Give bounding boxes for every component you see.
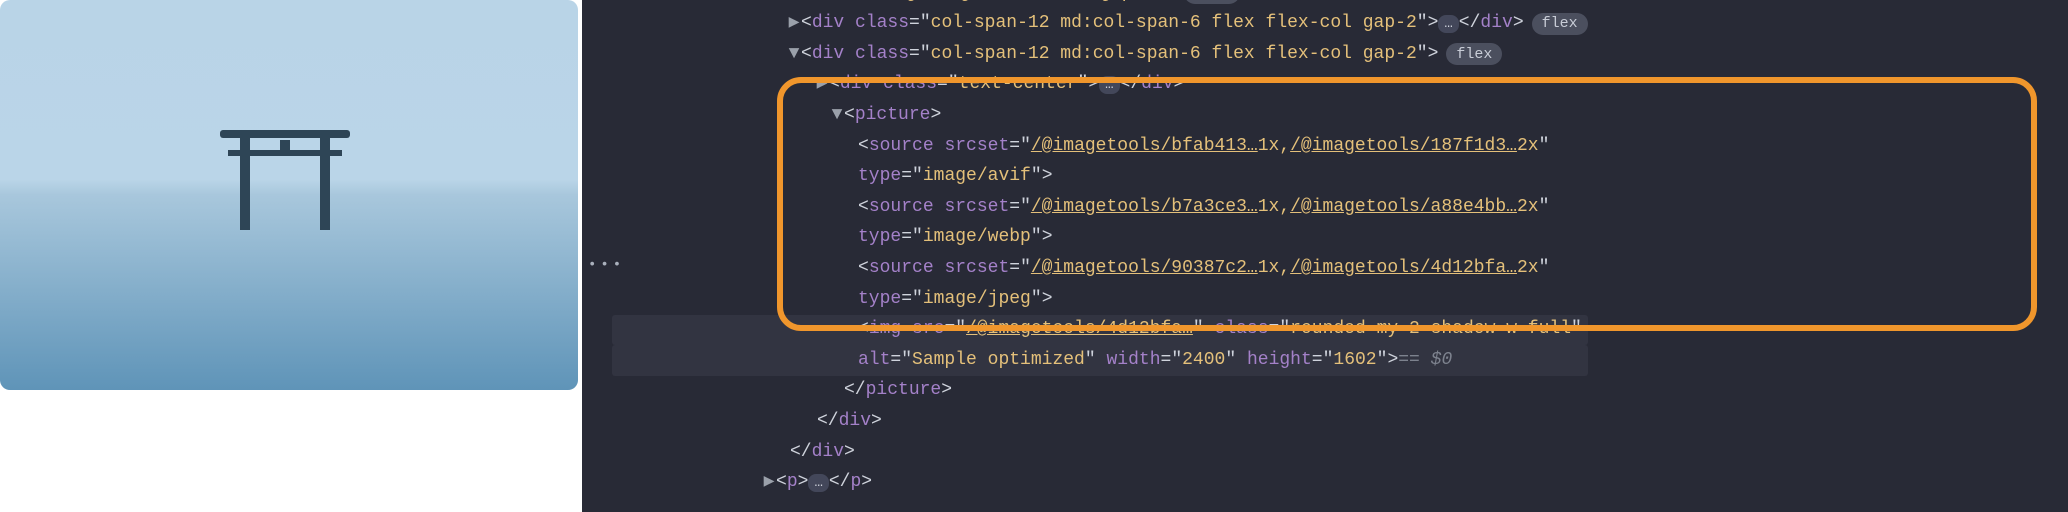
srcset-link[interactable]: /@imagetools/a88e4bb… [1290,196,1517,219]
ellipsis-icon[interactable]: … [1099,76,1119,94]
dom-node[interactable]: ▶ <div class="grid grid:cols 12 gap 4"> … [612,0,1588,9]
dom-node-wrap[interactable]: type="image/jpeg"> [612,284,1588,315]
dom-node[interactable]: <source srcset="/@imagetools/b7a3ce3… 1x… [612,192,1588,223]
dom-node-wrap[interactable]: type="image/webp"> [612,223,1588,254]
dom-node[interactable]: ▶ <div class="text-center"> … </div> [612,70,1588,101]
dom-node-wrap[interactable]: type="image/avif"> [612,162,1588,193]
hero-image [0,0,578,390]
src-link[interactable]: /@imagetools/4d12bfa… [966,318,1193,341]
dom-node-selected[interactable]: <img src="/@imagetools/4d12bfa…" class="… [612,315,1588,346]
srcset-link[interactable]: /@imagetools/bfab413… [1031,135,1258,158]
layout-badge-flex[interactable]: flex [1446,43,1502,65]
dom-node[interactable]: ▼ <picture> [612,100,1588,131]
disclosure-triangle-icon[interactable]: ▶ [762,0,776,5]
ellipsis-icon[interactable]: … [808,474,828,492]
torii-gate-icon [230,130,340,230]
layout-badge-flex[interactable]: flex [1532,13,1588,35]
srcset-link[interactable]: /@imagetools/4d12bfa… [1290,257,1517,280]
disclosure-triangle-icon[interactable]: ▼ [830,104,844,127]
srcset-link[interactable]: /@imagetools/90387c2… [1031,257,1258,280]
hero-image-column [0,0,582,512]
dom-node[interactable]: ▼ <div class="col-span-12 md:col-span-6 … [612,39,1588,70]
srcset-link[interactable]: /@imagetools/b7a3ce3… [1031,196,1258,219]
srcset-link[interactable]: /@imagetools/187f1d3… [1290,135,1517,158]
dom-node-close[interactable]: </div> [612,406,1588,437]
layout-badge-grid[interactable]: grid [1184,0,1240,4]
dom-node-selected-wrap[interactable]: alt="Sample optimized" width="2400" heig… [612,345,1588,376]
dom-tree[interactable]: ▶ <div class="grid grid:cols 12 gap 4"> … [612,0,1588,498]
dom-node-close[interactable]: </div> [612,437,1588,468]
disclosure-triangle-icon[interactable]: ▶ [787,12,801,35]
disclosure-triangle-icon[interactable]: ▶ [815,73,829,96]
dom-node-close[interactable]: </picture> [612,376,1588,407]
selected-node-indicator: == $0 [1398,349,1452,372]
dom-node[interactable]: ▶ <div class="col-span-12 md:col-span-6 … [612,9,1588,40]
dom-node[interactable]: <source srcset="/@imagetools/90387c2… 1x… [612,253,1588,284]
devtools-elements-panel[interactable]: ••• ▶ <div class="grid grid:cols 12 gap … [582,0,2068,512]
disclosure-triangle-icon[interactable]: ▼ [787,43,801,66]
dom-node[interactable]: <source srcset="/@imagetools/bfab413… 1x… [612,131,1588,162]
ellipsis-icon[interactable]: … [1438,15,1458,33]
dom-node[interactable]: ▶ <p> … </p> [612,468,1588,499]
disclosure-triangle-icon[interactable]: ▶ [762,471,776,494]
